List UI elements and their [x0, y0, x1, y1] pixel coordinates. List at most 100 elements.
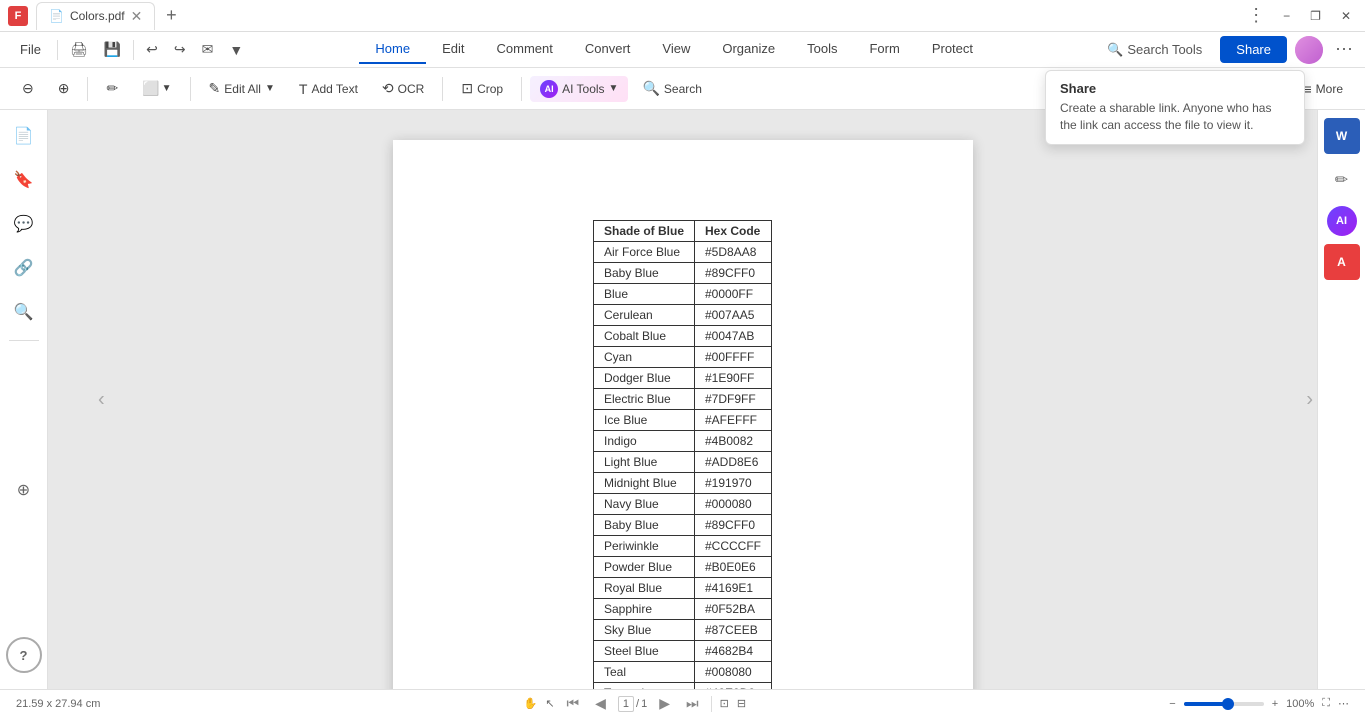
close-button[interactable]: ✕: [1335, 7, 1357, 25]
rp-ai-icon[interactable]: AI: [1327, 206, 1357, 236]
minimize-button[interactable]: −: [1277, 7, 1296, 25]
menu-more-button[interactable]: ⋯: [1331, 37, 1357, 62]
table-row: Midnight Blue#191970: [593, 473, 771, 494]
undo-button[interactable]: ↩: [138, 37, 166, 62]
table-cell: #1E90FF: [695, 368, 772, 389]
ocr-button[interactable]: ⟲ OCR: [372, 76, 434, 101]
select-tool-button[interactable]: ↖: [545, 697, 554, 710]
next-page-button[interactable]: ▶: [655, 695, 674, 712]
current-page-input[interactable]: 1: [618, 696, 634, 712]
menu-tab-protect[interactable]: Protect: [916, 35, 989, 64]
menu-tab-edit[interactable]: Edit: [426, 35, 480, 64]
print-button[interactable]: 🖨: [62, 37, 96, 62]
file-menu[interactable]: File: [8, 38, 53, 61]
table-cell: #5D8AA8: [695, 242, 772, 263]
table-cell: Midnight Blue: [593, 473, 694, 494]
sidebar-help-icon[interactable]: ?: [6, 637, 42, 673]
table-cell: #0F52BA: [695, 599, 772, 620]
menu-tab-convert[interactable]: Convert: [569, 35, 647, 64]
tb-separator-4: [521, 77, 522, 101]
table-row: Air Force Blue#5D8AA8: [593, 242, 771, 263]
menu-tab-home[interactable]: Home: [359, 35, 426, 64]
email-button[interactable]: ✉: [194, 37, 222, 62]
table-header-shade: Shade of Blue: [593, 221, 694, 242]
zoom-out-icon: ⊖: [22, 80, 34, 97]
sidebar-layers-icon[interactable]: ⊕: [6, 472, 42, 508]
ai-tools-label: AI Tools: [562, 82, 604, 96]
first-page-button[interactable]: ⏮: [563, 695, 584, 712]
zoom-out-button[interactable]: ⊖: [12, 76, 44, 101]
table-cell: Indigo: [593, 431, 694, 452]
share-tooltip-text: Create a sharable link. Anyone who has t…: [1060, 100, 1290, 134]
menu-tab-tools[interactable]: Tools: [791, 35, 853, 64]
tb-separator-3: [442, 77, 443, 101]
hand-tool-button[interactable]: ✋: [524, 697, 538, 710]
rp-word-icon[interactable]: W: [1324, 118, 1360, 154]
blue-shades-table: Shade of Blue Hex Code Air Force Blue#5D…: [593, 220, 772, 689]
select-button[interactable]: ⬜ ▼: [132, 76, 181, 101]
search-button[interactable]: 🔍 Search: [632, 76, 711, 101]
tab-colors-pdf[interactable]: 📄 Colors.pdf ✕: [36, 2, 155, 30]
table-cell: #ADD8E6: [695, 452, 772, 473]
menu-tab-view[interactable]: View: [646, 35, 706, 64]
zoom-level-label: 100%: [1286, 698, 1314, 710]
next-page-arrow[interactable]: ›: [1306, 388, 1313, 411]
status-more-button[interactable]: ⋯: [1338, 697, 1349, 710]
redo-button[interactable]: ↪: [166, 37, 194, 62]
save-button[interactable]: 💾: [96, 37, 129, 62]
zoom-slider[interactable]: [1184, 702, 1264, 706]
fit-width-button[interactable]: ⊟: [737, 697, 746, 710]
user-avatar[interactable]: [1295, 36, 1323, 64]
edit-all-label: Edit All: [224, 82, 261, 96]
rp-edit-icon[interactable]: ✏: [1324, 162, 1360, 198]
table-row: Periwinkle#CCCCFF: [593, 536, 771, 557]
zoom-slider-fill: [1184, 702, 1224, 706]
sidebar-search-icon[interactable]: 🔍: [6, 294, 42, 330]
ocr-label: OCR: [398, 82, 425, 96]
zoom-in-button[interactable]: ⊕: [48, 76, 80, 101]
table-cell: Baby Blue: [593, 263, 694, 284]
tab-close-button[interactable]: ✕: [131, 8, 143, 25]
sidebar-comment-icon[interactable]: 💬: [6, 206, 42, 242]
menu-bar: File 🖨 💾 ↩ ↪ ✉ ▼ Home Edit Comment Conve…: [0, 32, 1365, 68]
sidebar-link-icon[interactable]: 🔗: [6, 250, 42, 286]
sidebar-separator: [9, 340, 39, 341]
crop-button[interactable]: ⊡ Crop: [451, 76, 513, 101]
edit-all-button[interactable]: ✎ Edit All ▼: [199, 76, 285, 101]
prev-page-arrow[interactable]: ‹: [98, 388, 105, 411]
highlight-button[interactable]: ✏: [96, 76, 128, 101]
add-text-label: Add Text: [311, 82, 357, 96]
search-label: Search: [664, 82, 702, 96]
search-icon: 🔍: [642, 80, 659, 97]
add-text-button[interactable]: T Add Text: [289, 77, 368, 101]
filter-button[interactable]: ▼: [221, 38, 251, 62]
new-tab-button[interactable]: +: [159, 4, 183, 28]
last-page-button[interactable]: ⏭: [682, 695, 703, 712]
share-button[interactable]: Share: [1220, 36, 1287, 63]
window-controls: ⋮ − ❐ ✕: [1243, 3, 1357, 28]
fullscreen-button[interactable]: ⛶: [1322, 697, 1330, 710]
zoom-out-status-button[interactable]: −: [1169, 698, 1175, 710]
main-area: 📄 🔖 💬 🔗 🔍 ⊕ ? ‹ › Shade of Blue Hex Code: [0, 110, 1365, 689]
table-cell: #4B0082: [695, 431, 772, 452]
zoom-in-status-button[interactable]: +: [1272, 698, 1278, 710]
sidebar-page-icon[interactable]: 📄: [6, 118, 42, 154]
menu-tab-comment[interactable]: Comment: [481, 35, 569, 64]
tb-separator-1: [87, 77, 88, 101]
search-tools-button[interactable]: 🔍 Search Tools: [1097, 38, 1212, 62]
edit-all-dropdown-icon: ▼: [265, 83, 275, 94]
table-cell: Cyan: [593, 347, 694, 368]
table-row: Sapphire#0F52BA: [593, 599, 771, 620]
title-more-button[interactable]: ⋮: [1243, 3, 1269, 28]
restore-button[interactable]: ❐: [1304, 7, 1327, 25]
page-indicator: 1 / 1: [618, 696, 647, 712]
rp-a-icon[interactable]: A: [1324, 244, 1360, 280]
menu-tab-organize[interactable]: Organize: [706, 35, 791, 64]
ai-tools-button[interactable]: AI AI Tools ▼: [530, 76, 628, 102]
table-cell: #000080: [695, 494, 772, 515]
tab-label: Colors.pdf: [70, 9, 125, 23]
menu-tab-form[interactable]: Form: [853, 35, 915, 64]
prev-page-button[interactable]: ◀: [591, 695, 610, 712]
fit-page-button[interactable]: ⊡: [720, 697, 729, 710]
sidebar-bookmark-icon[interactable]: 🔖: [6, 162, 42, 198]
